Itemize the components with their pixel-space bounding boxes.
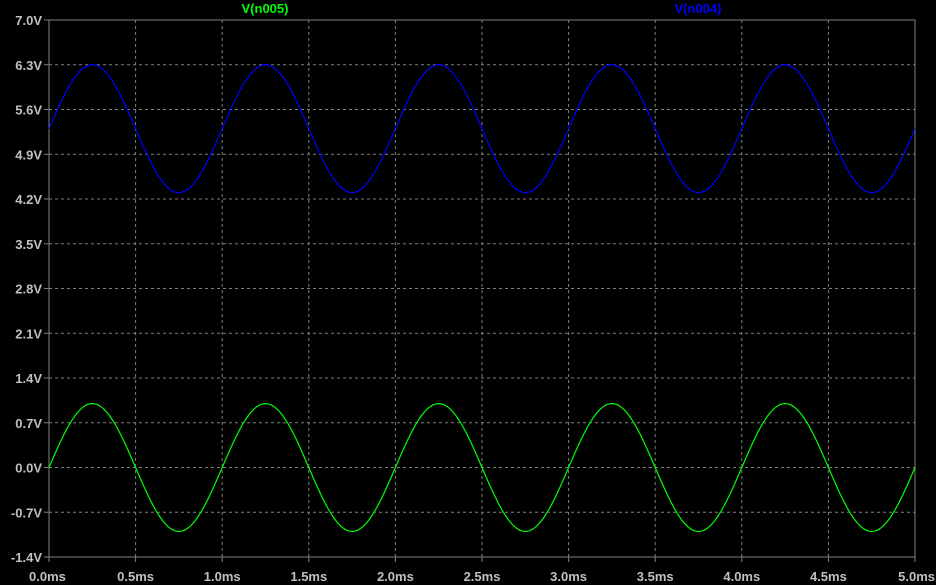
y-tick-label: 4.2V bbox=[15, 192, 42, 207]
y-tick-label: 1.4V bbox=[15, 371, 42, 386]
y-tick-label: 6.3V bbox=[15, 58, 42, 73]
y-tick-label: 0.7V bbox=[15, 416, 42, 431]
y-tick-label: 3.5V bbox=[15, 237, 42, 252]
x-tick-label: 1.5ms bbox=[290, 569, 327, 584]
x-tick-label: 2.0ms bbox=[377, 569, 414, 584]
x-tick-label: 5.0ms bbox=[898, 569, 935, 584]
x-tick-label: 3.0ms bbox=[550, 569, 587, 584]
y-tick-label: 7.0V bbox=[15, 13, 42, 28]
y-tick-label: 5.6V bbox=[15, 103, 42, 118]
x-tick-label: 4.5ms bbox=[810, 569, 847, 584]
legend-series-v-n005: V(n005) bbox=[242, 1, 289, 16]
y-tick-label: 2.8V bbox=[15, 282, 42, 297]
x-tick-label: 3.5ms bbox=[637, 569, 674, 584]
y-tick-label: 4.9V bbox=[15, 147, 42, 162]
legend-series-v-n004: V(n004) bbox=[675, 1, 722, 16]
x-tick-label: 4.0ms bbox=[723, 569, 760, 584]
y-tick-label: -0.7V bbox=[11, 505, 42, 520]
plot-background bbox=[0, 0, 936, 585]
x-tick-label: 0.0ms bbox=[29, 569, 66, 584]
y-tick-label: -1.4V bbox=[11, 550, 42, 565]
waveform-plot: 7.0V 6.3V 5.6V 4.9V 4.2V 3.5V 2.8V 2.1V 1.4V 0.7V… bbox=[0, 0, 936, 585]
y-tick-label: 2.1V bbox=[15, 326, 42, 341]
x-tick-label: 2.5ms bbox=[464, 569, 501, 584]
y-tick-label: 0.0V bbox=[15, 461, 42, 476]
x-tick-label: 1.0ms bbox=[204, 569, 241, 584]
x-tick-label: 0.5ms bbox=[117, 569, 154, 584]
